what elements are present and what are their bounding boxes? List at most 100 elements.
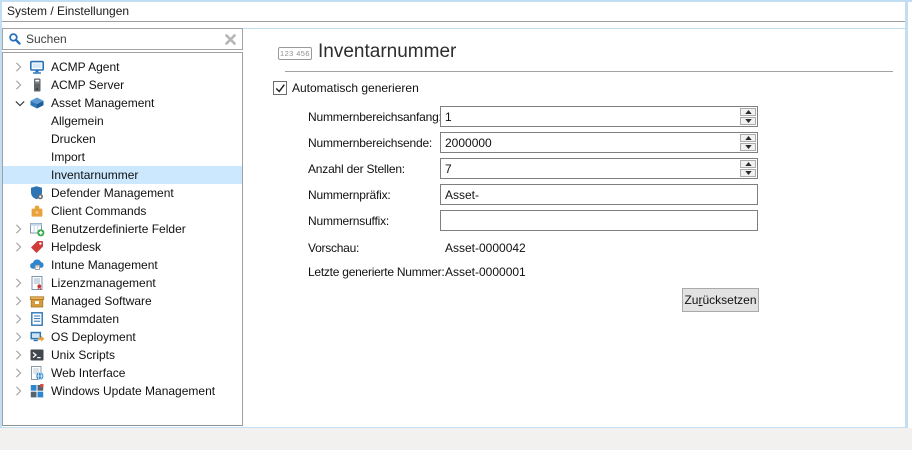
spin-up-button[interactable] bbox=[740, 134, 756, 142]
sidebar-item-stammdaten[interactable]: Stammdaten bbox=[3, 310, 242, 328]
nummernbereichsende-input[interactable] bbox=[441, 133, 757, 152]
sidebar-item-label: Intune Management bbox=[51, 258, 158, 272]
sidebar-item-label: OS Deployment bbox=[51, 330, 136, 344]
sidebar-item-web-interface[interactable]: Web Interface bbox=[3, 364, 242, 382]
spin-down-button[interactable] bbox=[740, 117, 756, 125]
spinner-buttons bbox=[740, 108, 756, 125]
settings-window: { "window": { "title": "System / Einstel… bbox=[0, 0, 912, 450]
sidebar-item-label: ACMP Agent bbox=[51, 60, 120, 74]
sidebar-item-label: Web Interface bbox=[51, 366, 126, 380]
auto-generate-label: Automatisch generieren bbox=[292, 81, 419, 95]
field-label: Nummernsuffix: bbox=[308, 213, 390, 228]
sidebar-item-defender-management[interactable]: Defender Management bbox=[3, 184, 242, 202]
chevron-right-icon[interactable] bbox=[15, 296, 27, 306]
sidebar-item-label: Stammdaten bbox=[51, 312, 120, 326]
server-icon bbox=[29, 77, 45, 93]
auto-generate-row: Automatisch generieren bbox=[273, 81, 419, 95]
sidebar-item-unix-scripts[interactable]: Unix Scripts bbox=[3, 346, 242, 364]
breadcrumb-titlebar: System / Einstellungen bbox=[2, 2, 905, 22]
nummernpräfix-input[interactable] bbox=[441, 185, 757, 204]
sidebar-item-client-commands[interactable]: Client Commands bbox=[3, 202, 242, 220]
last-generated-row: Letzte generierte Nummer: Asset-0000001 bbox=[308, 265, 526, 279]
sidebar-item-inventarnummer[interactable]: Inventarnummer bbox=[3, 166, 242, 184]
sidebar-item-os-deployment[interactable]: OS Deployment bbox=[3, 328, 242, 346]
form-row-nummernbereichsanfang: Nummernbereichsanfang: bbox=[308, 106, 758, 127]
auto-generate-checkbox[interactable] bbox=[273, 81, 287, 95]
anzahl-der-stellen-input[interactable] bbox=[441, 159, 757, 178]
fieldbox-nummernsuffix bbox=[440, 210, 758, 231]
icon-spacer bbox=[29, 149, 45, 165]
preview-value: Asset-0000042 bbox=[445, 241, 526, 255]
chevron-right-icon[interactable] bbox=[15, 242, 27, 252]
preview-label: Vorschau: bbox=[308, 241, 360, 255]
section-title: Inventarnummer bbox=[318, 41, 457, 62]
spin-up-button[interactable] bbox=[740, 160, 756, 168]
table-plus-icon bbox=[29, 221, 45, 237]
chevron-right-icon[interactable] bbox=[15, 62, 27, 72]
sidebar-item-label: Windows Update Management bbox=[51, 384, 216, 398]
clear-icon[interactable] bbox=[224, 33, 237, 46]
search-input[interactable] bbox=[26, 32, 224, 46]
shield-gear-icon bbox=[29, 185, 45, 201]
sidebar-item-benutzerdefinierte-felder[interactable]: Benutzerdefinierte Felder bbox=[3, 220, 242, 238]
settings-tree: ACMP Agent ACMP Server Asset Management All… bbox=[2, 52, 243, 426]
spin-down-button[interactable] bbox=[740, 169, 756, 177]
sidebar-item-asset-management[interactable]: Asset Management bbox=[3, 94, 242, 112]
chevron-right-icon[interactable] bbox=[15, 386, 27, 396]
field-label: Nummernbereichsanfang: bbox=[308, 109, 442, 124]
sidebar-item-label: Inventarnummer bbox=[51, 168, 139, 182]
puzzle-icon bbox=[29, 203, 45, 219]
nummernbereichsanfang-input[interactable] bbox=[441, 107, 757, 126]
software-box-icon bbox=[29, 293, 45, 309]
license-document-icon bbox=[29, 275, 45, 291]
sidebar-item-helpdesk[interactable]: Helpdesk bbox=[3, 238, 242, 256]
sidebar-item-lizenzmanagement[interactable]: Lizenzmanagement bbox=[3, 274, 242, 292]
sidebar-item-allgemein[interactable]: Allgemein bbox=[3, 112, 242, 130]
sidebar-item-intune-management[interactable]: Intune Management bbox=[3, 256, 242, 274]
sidebar-item-windows-update-management[interactable]: Windows Update Management bbox=[3, 382, 242, 400]
spin-down-button[interactable] bbox=[740, 143, 756, 151]
reset-button[interactable]: Zurücksetzen bbox=[682, 288, 759, 312]
sidebar-item-acmp-agent[interactable]: ACMP Agent bbox=[3, 58, 242, 76]
section-divider bbox=[285, 71, 893, 72]
sidebar-item-label: Drucken bbox=[51, 132, 96, 146]
last-generated-label: Letzte generierte Nummer: bbox=[308, 265, 445, 279]
chevron-right-icon[interactable] bbox=[15, 332, 27, 342]
sidebar-item-acmp-server[interactable]: ACMP Server bbox=[3, 76, 242, 94]
sidebar-item-label: Benutzerdefinierte Felder bbox=[51, 222, 186, 236]
spinner-buttons bbox=[740, 160, 756, 177]
chevron-right-icon[interactable] bbox=[15, 80, 27, 90]
chevron-right-icon[interactable] bbox=[15, 224, 27, 234]
chevron-right-icon[interactable] bbox=[15, 350, 27, 360]
last-generated-value: Asset-0000001 bbox=[445, 265, 526, 279]
sidebar-item-import[interactable]: Import bbox=[3, 148, 242, 166]
icon-spacer bbox=[29, 131, 45, 147]
icon-spacer bbox=[29, 167, 45, 183]
list-table-icon bbox=[29, 311, 45, 327]
field-label: Nummernbereichsende: bbox=[308, 135, 433, 150]
chevron-right-icon[interactable] bbox=[15, 314, 27, 324]
nummernsuffix-input[interactable] bbox=[441, 211, 757, 230]
sidebar-item-label: Defender Management bbox=[51, 186, 174, 200]
form-row-nummernbereichsende: Nummernbereichsende: bbox=[308, 132, 758, 153]
fieldbox-nummernbereichsanfang bbox=[440, 106, 758, 127]
preview-row: Vorschau: Asset-0000042 bbox=[308, 241, 526, 255]
field-label: Anzahl der Stellen: bbox=[308, 161, 405, 176]
chevron-right-icon[interactable] bbox=[15, 278, 27, 288]
field-label: Nummernpräfix: bbox=[308, 187, 391, 202]
sidebar-item-label: Helpdesk bbox=[51, 240, 102, 254]
windows-icon bbox=[29, 383, 45, 399]
spin-up-button[interactable] bbox=[740, 108, 756, 116]
terminal-icon bbox=[29, 347, 45, 363]
search-box[interactable] bbox=[2, 28, 243, 50]
sidebar-item-drucken[interactable]: Drucken bbox=[3, 130, 242, 148]
sidebar-item-label: Unix Scripts bbox=[51, 348, 116, 362]
form-row-anzahl-der-stellen: Anzahl der Stellen: bbox=[308, 158, 758, 179]
sidebar-item-label: ACMP Server bbox=[51, 78, 125, 92]
sidebar-item-managed-software[interactable]: Managed Software bbox=[3, 292, 242, 310]
inventory-number-form: Nummernbereichsanfang: Nummernbereichsend… bbox=[308, 106, 758, 236]
spinner-buttons bbox=[740, 134, 756, 151]
page-title: System / Einstellungen bbox=[7, 4, 130, 18]
chevron-right-icon[interactable] bbox=[15, 368, 27, 378]
chevron-down-icon[interactable] bbox=[15, 100, 27, 107]
